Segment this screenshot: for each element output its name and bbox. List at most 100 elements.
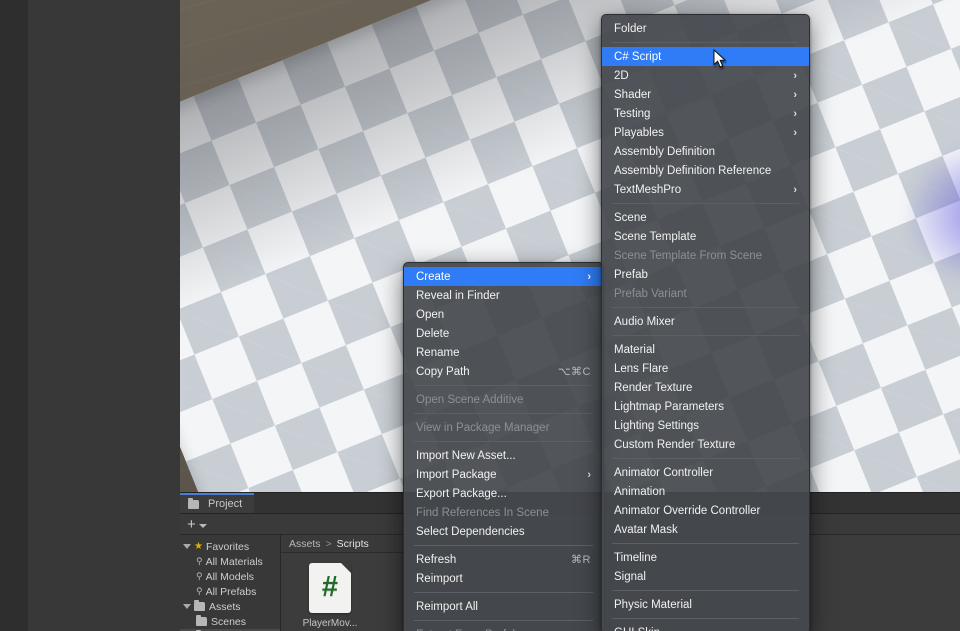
menu-item-lighting-settings[interactable]: Lighting Settings: [602, 416, 809, 435]
menu-item-refresh[interactable]: Refresh ⌘R: [404, 550, 603, 569]
menu-item-folder[interactable]: Folder: [602, 19, 809, 38]
menu-item-custom-render-texture[interactable]: Custom Render Texture: [602, 435, 809, 454]
menu-item-lightmap-parameters[interactable]: Lightmap Parameters: [602, 397, 809, 416]
menu-separator: [612, 307, 799, 308]
menu-item-label: Signal: [614, 570, 646, 583]
menu-item-label: Import Package: [416, 468, 497, 481]
tree-item-favorites[interactable]: ★ Favorites: [180, 539, 280, 554]
create-asset-button[interactable]: +: [187, 517, 207, 532]
chevron-right-icon: ›: [793, 126, 797, 139]
menu-item-label: Copy Path: [416, 365, 470, 378]
menu-item-label: Find References In Scene: [416, 506, 549, 519]
menu-item-prefab[interactable]: Prefab: [602, 265, 809, 284]
chevron-right-icon: ›: [793, 69, 797, 82]
menu-item-playables[interactable]: Playables ›: [602, 123, 809, 142]
menu-item-label: Playables: [614, 126, 664, 139]
project-folder-tree[interactable]: ★ Favorites ⚲ All Materials ⚲ All Models ⚲ All …: [180, 535, 281, 631]
tree-item-label: Favorites: [205, 540, 250, 553]
menu-item-label: Lens Flare: [614, 362, 669, 375]
menu-item-rename[interactable]: Rename: [404, 343, 603, 362]
tree-item-label: Scenes: [211, 615, 247, 628]
menu-item-reimport[interactable]: Reimport: [404, 569, 603, 588]
chevron-down-icon: [198, 523, 207, 528]
menu-item-label: Scene: [614, 211, 647, 224]
asset-context-menu[interactable]: Create › Reveal in Finder Open Delete Rename C…: [403, 262, 604, 631]
triangle-expanded-icon[interactable]: [183, 604, 191, 609]
menu-item-testing[interactable]: Testing ›: [602, 104, 809, 123]
menu-item-import-new-asset[interactable]: Import New Asset...: [404, 446, 603, 465]
tree-item-label: All Models: [205, 570, 255, 583]
menu-item-label: Open Scene Additive: [416, 393, 524, 406]
menu-item-signal[interactable]: Signal: [602, 567, 809, 586]
search-icon: ⚲: [196, 586, 203, 596]
tree-item-scenes[interactable]: Scenes: [180, 614, 280, 629]
menu-separator: [414, 592, 593, 593]
menu-item-label: Open: [416, 308, 445, 321]
menu-item-label: Animator Controller: [614, 466, 714, 479]
hash-glyph: #: [321, 570, 339, 603]
create-submenu[interactable]: Folder C# Script 2D › Shader › Testing › Playabl…: [601, 14, 810, 631]
menu-item-material[interactable]: Material: [602, 340, 809, 359]
chevron-right-icon: ›: [793, 183, 797, 196]
menu-item-label: Prefab: [614, 268, 648, 281]
tree-item-label: Assets: [209, 600, 241, 613]
tree-item-all-prefabs[interactable]: ⚲ All Prefabs: [180, 584, 280, 599]
menu-item-select-dependencies[interactable]: Select Dependencies: [404, 522, 603, 541]
menu-item-gui-skin[interactable]: GUI Skin: [602, 623, 809, 631]
menu-item-assembly-definition[interactable]: Assembly Definition: [602, 142, 809, 161]
menu-item-avatar-mask[interactable]: Avatar Mask: [602, 520, 809, 539]
menu-separator: [612, 335, 799, 336]
menu-item-textmeshpro[interactable]: TextMeshPro ›: [602, 180, 809, 199]
menu-item-animator-override-controller[interactable]: Animator Override Controller: [602, 501, 809, 520]
tree-item-label: All Prefabs: [205, 585, 257, 598]
search-icon: ⚲: [196, 556, 203, 566]
menu-item-label: Audio Mixer: [614, 315, 675, 328]
menu-item-animation[interactable]: Animation: [602, 482, 809, 501]
menu-item-label: Timeline: [614, 551, 658, 564]
menu-item-open-scene-additive: Open Scene Additive: [404, 390, 603, 409]
tree-item-all-models[interactable]: ⚲ All Models: [180, 569, 280, 584]
menu-separator: [612, 618, 799, 619]
menu-separator: [414, 441, 593, 442]
menu-item-timeline[interactable]: Timeline: [602, 548, 809, 567]
menu-item-scene[interactable]: Scene: [602, 208, 809, 227]
menu-item-open[interactable]: Open: [404, 305, 603, 324]
tree-item-assets[interactable]: Assets: [180, 599, 280, 614]
chevron-right-icon: ›: [793, 88, 797, 101]
menu-item-prefab-variant: Prefab Variant: [602, 284, 809, 303]
breadcrumb-current[interactable]: Scripts: [337, 538, 369, 550]
chevron-right-icon: ›: [587, 468, 591, 481]
menu-item-animator-controller[interactable]: Animator Controller: [602, 463, 809, 482]
breadcrumb-root[interactable]: Assets: [289, 538, 321, 550]
menu-item-lens-flare[interactable]: Lens Flare: [602, 359, 809, 378]
tab-project[interactable]: Project: [180, 493, 255, 513]
menu-separator: [414, 413, 593, 414]
menu-item-reimport-all[interactable]: Reimport All: [404, 597, 603, 616]
asset-label: PlayerMov...: [302, 618, 358, 629]
menu-item-label: Create: [416, 270, 451, 283]
csharp-script-icon: #: [309, 563, 351, 613]
asset-item[interactable]: # PlayerMov...: [297, 563, 363, 629]
menu-item-physic-material[interactable]: Physic Material: [602, 595, 809, 614]
menu-item-render-texture[interactable]: Render Texture: [602, 378, 809, 397]
menu-item-copy-path[interactable]: Copy Path ⌥⌘C: [404, 362, 603, 381]
search-icon: ⚲: [196, 571, 203, 581]
triangle-expanded-icon[interactable]: [183, 544, 191, 549]
menu-item-label: Reimport All: [416, 600, 478, 613]
menu-item-export-package[interactable]: Export Package...: [404, 484, 603, 503]
menu-item-view-in-package-manager: View in Package Manager: [404, 418, 603, 437]
menu-item-scene-template[interactable]: Scene Template: [602, 227, 809, 246]
menu-item-delete[interactable]: Delete: [404, 324, 603, 343]
menu-item-create[interactable]: Create ›: [404, 267, 603, 286]
menu-item-import-package[interactable]: Import Package ›: [404, 465, 603, 484]
menu-item-audio-mixer[interactable]: Audio Mixer: [602, 312, 809, 331]
menu-item-reveal-in-finder[interactable]: Reveal in Finder: [404, 286, 603, 305]
tree-item-all-materials[interactable]: ⚲ All Materials: [180, 554, 280, 569]
tree-item-label: All Materials: [205, 555, 263, 568]
menu-item-shader[interactable]: Shader ›: [602, 85, 809, 104]
menu-item-assembly-definition-reference[interactable]: Assembly Definition Reference: [602, 161, 809, 180]
unity-editor-window: Project + ★ Favorites ⚲ All Materials ⚲ All M…: [0, 0, 960, 631]
menu-item-label: Lighting Settings: [614, 419, 700, 432]
menu-item-c-script[interactable]: C# Script: [602, 47, 809, 66]
menu-item-2d[interactable]: 2D ›: [602, 66, 809, 85]
